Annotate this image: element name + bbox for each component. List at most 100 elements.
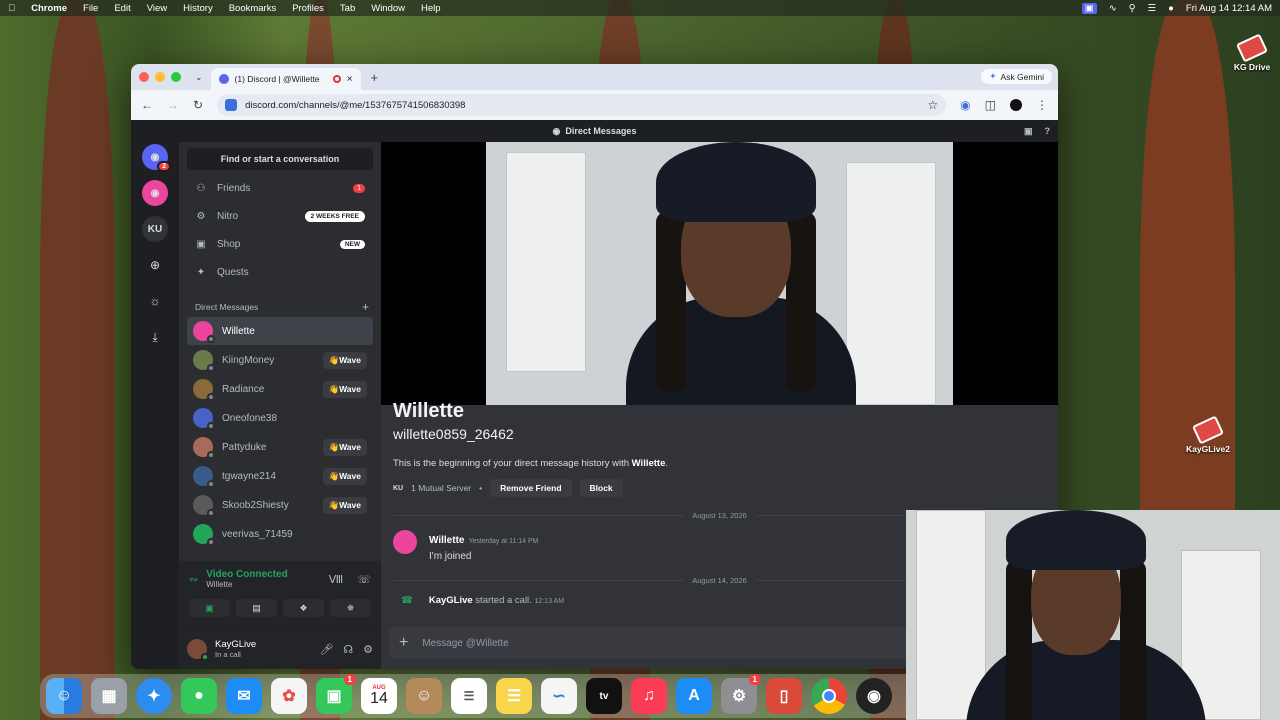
discover-compass-icon[interactable]: ☼ (142, 288, 168, 314)
launchpad-icon[interactable]: ▦ (91, 678, 127, 714)
extension-icon[interactable]: ◉ (960, 98, 970, 112)
server-ku-button[interactable]: KU (142, 216, 168, 242)
ask-gemini-button[interactable]: ✦ Ask Gemini (981, 69, 1052, 84)
headphones-icon[interactable]: ☊ (343, 643, 353, 656)
block-button[interactable]: Block (579, 479, 623, 497)
wave-button[interactable]: 👋Wave (322, 380, 367, 398)
obs-icon[interactable]: ◉ (856, 678, 892, 714)
inbox-icon[interactable]: ▣ (1024, 126, 1033, 137)
desktop-drive-kayglive2[interactable]: KayGLive2 (1173, 415, 1243, 454)
music-icon[interactable]: ♫ (631, 678, 667, 714)
download-apps-icon[interactable]: ⤓ (142, 324, 168, 350)
nav-quests[interactable]: ✦ Quests (187, 259, 373, 285)
nav-friends[interactable]: ⚇ Friends 1 (187, 175, 373, 201)
menubar-clock[interactable]: Fri Aug 14 12:14 AM (1186, 3, 1272, 14)
dm-item[interactable]: tgwayne214 👋Wave (187, 462, 373, 490)
dm-item[interactable]: Willette (187, 317, 373, 345)
finder-icon[interactable]: ☺ (46, 678, 82, 714)
disconnect-call-icon[interactable]: ☏ (357, 573, 371, 586)
iphone-mirroring-icon[interactable]: ▯ (766, 678, 802, 714)
close-window-button[interactable] (139, 72, 149, 82)
nav-shop[interactable]: ▣ Shop NEW (187, 231, 373, 257)
siri-icon[interactable]: ● (1168, 3, 1174, 14)
menu-app-name[interactable]: Chrome (31, 3, 67, 14)
user-avatar[interactable] (187, 639, 209, 661)
user-name[interactable]: KayGLive (215, 639, 256, 650)
noise-suppression-icon[interactable]: Ⅷ (329, 573, 344, 586)
facetime-icon[interactable]: ▣ 1 (316, 674, 356, 714)
camera-toggle-button[interactable]: ▣ (189, 599, 230, 617)
tab-close-icon[interactable]: × (347, 74, 353, 85)
menu-profiles[interactable]: Profiles (292, 3, 324, 14)
chrome-menu-icon[interactable]: ⋮ (1036, 98, 1048, 112)
voice-channel-name[interactable]: Willette (206, 580, 288, 589)
message-input[interactable]: Message @Willette (422, 638, 508, 649)
wave-button[interactable]: 👋Wave (322, 438, 367, 456)
calendar-icon[interactable]: AUG 14 (361, 678, 397, 714)
activities-button[interactable]: ❖ (283, 599, 324, 617)
wave-button[interactable]: 👋Wave (322, 467, 367, 485)
system-settings-icon[interactable]: ⚙ 1 (721, 674, 761, 714)
mutual-servers-link[interactable]: 1 Mutual Server (411, 483, 471, 493)
menu-file[interactable]: File (83, 3, 98, 14)
remote-video-tile[interactable] (486, 142, 953, 405)
wave-button[interactable]: 👋Wave (322, 496, 367, 514)
nav-nitro[interactable]: ⚙ Nitro 2 WEEKS FREE (187, 203, 373, 229)
message-author[interactable]: Willette (429, 535, 464, 546)
microphone-icon[interactable]: 🎤︎ (319, 643, 333, 656)
tv-icon[interactable]: tv (586, 678, 622, 714)
dm-item[interactable]: Oneofone38 (187, 404, 373, 432)
server-button[interactable]: ◉ (142, 180, 168, 206)
dm-item[interactable]: veerivas_71459 (187, 520, 373, 548)
screen-share-button[interactable]: ▤ (236, 599, 277, 617)
call-video-area[interactable] (381, 142, 1058, 405)
profile-avatar-icon[interactable] (1010, 99, 1022, 111)
help-icon[interactable]: ? (1045, 126, 1051, 137)
desktop-drive-kg[interactable]: KG Drive (1217, 33, 1280, 72)
find-conversation-button[interactable]: Find or start a conversation (187, 148, 373, 170)
voice-status[interactable]: Video Connected (206, 569, 288, 580)
menu-view[interactable]: View (147, 3, 167, 14)
reminders-icon[interactable]: ☰ (451, 678, 487, 714)
dm-item[interactable]: Pattyduke 👋Wave (187, 433, 373, 461)
direct-messages-home-button[interactable]: ◉ 2 (142, 144, 171, 172)
freeform-icon[interactable]: ∽ (541, 678, 577, 714)
url-bar[interactable]: discord.com/channels/@me/153767574150683… (217, 94, 947, 116)
menu-edit[interactable]: Edit (114, 3, 130, 14)
forward-arrow-icon[interactable]: → (167, 98, 179, 112)
attach-plus-icon[interactable]: + (399, 634, 408, 652)
safari-icon[interactable]: ✦ (136, 678, 172, 714)
mail-icon[interactable]: ✉ (226, 678, 262, 714)
control-center-icon[interactable]: ☰ (1148, 3, 1157, 14)
dm-item[interactable]: Radiance 👋Wave (187, 375, 373, 403)
menu-help[interactable]: Help (421, 3, 441, 14)
menu-bookmarks[interactable]: Bookmarks (229, 3, 277, 14)
extensions-puzzle-icon[interactable]: ◫ (985, 98, 996, 112)
notes-icon[interactable]: ☰ (496, 678, 532, 714)
tab-discord[interactable]: (1) Discord | @Willette × (210, 68, 361, 90)
screen-record-icon[interactable]: ▣ (1081, 2, 1097, 14)
call-user[interactable]: KayGLive (429, 595, 473, 606)
menu-window[interactable]: Window (371, 3, 405, 14)
add-server-icon[interactable]: ⊕ (142, 252, 168, 278)
zoom-window-button[interactable] (171, 72, 181, 82)
back-arrow-icon[interactable]: ← (141, 98, 153, 112)
settings-gear-icon[interactable]: ⚙ (363, 643, 373, 656)
messages-icon[interactable]: ● (181, 678, 217, 714)
reload-icon[interactable]: ↻ (193, 98, 203, 112)
spotlight-search-icon[interactable]: ⚲ (1129, 3, 1136, 14)
contacts-icon[interactable]: ☺ (406, 678, 442, 714)
bookmark-star-icon[interactable]: ☆ (927, 98, 938, 112)
new-tab-button[interactable]: + (371, 70, 379, 85)
wifi-icon[interactable]: ∿ (1109, 3, 1117, 14)
dm-item[interactable]: Skoob2Shiesty 👋Wave (187, 491, 373, 519)
create-dm-plus-icon[interactable]: + (362, 300, 369, 314)
message-author-avatar[interactable] (393, 530, 417, 554)
wave-button[interactable]: 👋Wave (322, 351, 367, 369)
url-text[interactable]: discord.com/channels/@me/153767574150683… (245, 100, 465, 111)
remove-friend-button[interactable]: Remove Friend (490, 479, 572, 497)
dm-item[interactable]: KiingMoney 👋Wave (187, 346, 373, 374)
soundboard-button[interactable]: ✵ (330, 599, 371, 617)
photos-icon[interactable]: ✿ (271, 678, 307, 714)
menu-history[interactable]: History (183, 3, 213, 14)
